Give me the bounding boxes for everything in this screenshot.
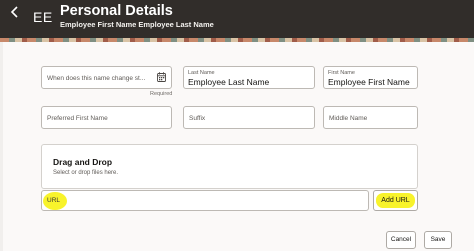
back-button[interactable]: [8, 4, 22, 20]
first-name-field[interactable]: First Name Employee First Name: [323, 66, 418, 89]
last-name-value: Employee Last Name: [188, 77, 270, 87]
avatar-initials: EE: [33, 9, 53, 25]
add-url-label: Add URL: [381, 197, 410, 204]
suffix-placeholder: Suffix: [189, 115, 206, 122]
cancel-button[interactable]: Cancel: [386, 231, 416, 249]
cancel-label: Cancel: [390, 236, 412, 243]
calendar-icon[interactable]: [157, 72, 166, 82]
last-name-field[interactable]: Last Name Employee Last Name: [183, 66, 315, 89]
page-header: EE Personal Details Employee First Name …: [0, 0, 474, 38]
drag-drop-hint: Select or drop files here.: [53, 170, 119, 176]
add-url-button[interactable]: Add URL: [373, 190, 418, 211]
suffix-field[interactable]: Suffix: [183, 106, 315, 129]
drag-drop-title: Drag and Drop: [53, 157, 113, 167]
chevron-left-icon: [10, 6, 18, 18]
url-placeholder: URL: [47, 197, 61, 204]
save-button[interactable]: Save: [424, 231, 452, 249]
employee-name-subtitle: Employee First Name Employee Last Name: [60, 20, 214, 29]
name-change-date-placeholder: When does this name change st...: [47, 75, 146, 82]
preferred-first-name-placeholder: Preferred First Name: [47, 115, 108, 122]
required-note: Required: [150, 91, 173, 97]
middle-name-field[interactable]: Middle Name: [323, 106, 418, 129]
last-name-label: Last Name: [188, 70, 215, 76]
url-input[interactable]: URL: [41, 190, 369, 211]
drag-drop-zone[interactable]: Drag and Drop Select or drop files here.: [41, 144, 418, 189]
save-label: Save: [430, 236, 446, 243]
name-change-date-field[interactable]: When does this name change st...: [41, 66, 172, 89]
preferred-first-name-field[interactable]: Preferred First Name: [41, 106, 172, 129]
middle-name-placeholder: Middle Name: [329, 115, 368, 122]
page-title: Personal Details: [60, 3, 173, 19]
first-name-value: Employee First Name: [328, 77, 410, 87]
first-name-label: First Name: [328, 70, 355, 76]
